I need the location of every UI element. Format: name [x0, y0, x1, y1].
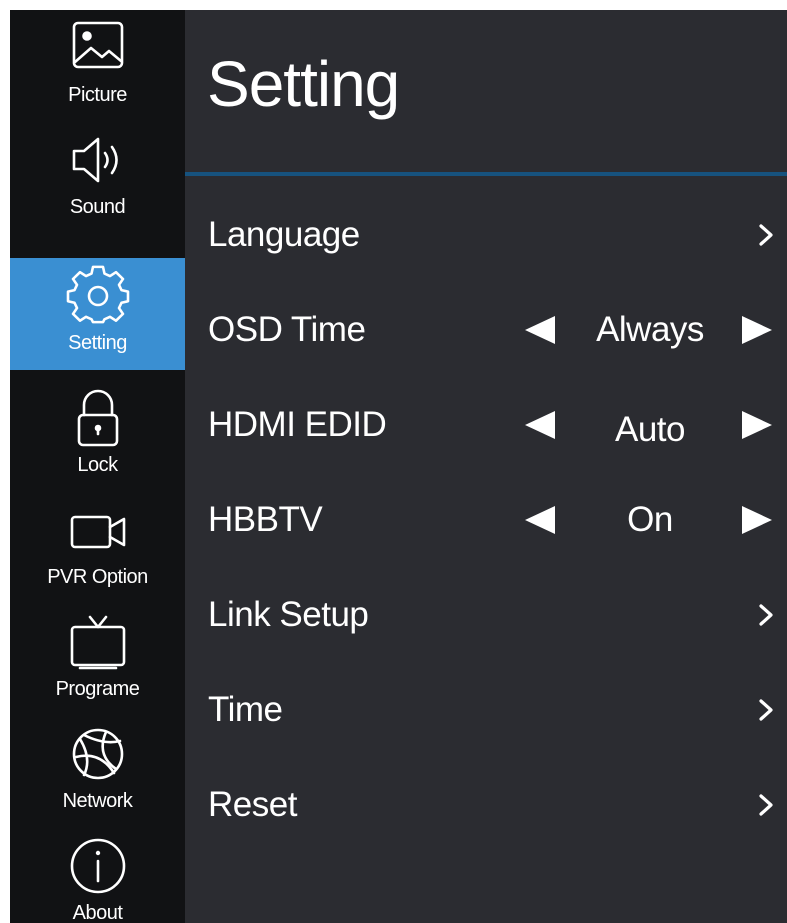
arrow-left-icon[interactable] [523, 504, 557, 536]
menu-row-time[interactable]: Time [185, 665, 787, 755]
sidebar-item-about[interactable]: About [10, 828, 185, 923]
menu-row-language[interactable]: Language [185, 190, 787, 280]
sidebar-item-pvr-option[interactable]: PVR Option [10, 492, 185, 604]
arrow-right-icon[interactable] [740, 504, 774, 536]
info-icon [66, 835, 130, 897]
menu-row-osd-time[interactable]: OSD Time Always [185, 285, 787, 375]
hbbtv-value: On [627, 500, 673, 539]
padlock-icon [66, 387, 130, 449]
picture-icon [66, 17, 130, 79]
sidebar-item-sound[interactable]: Sound [10, 122, 185, 234]
sidebar-item-label: Programe [55, 678, 140, 700]
video-camera-icon [66, 499, 130, 561]
row-label: Link Setup [208, 595, 369, 634]
sidebar-item-label: Sound [69, 196, 126, 218]
menu-row-hdmi-edid[interactable]: HDMI EDID Auto [185, 380, 787, 470]
row-label: Time [208, 690, 283, 729]
tv-settings-screen: Picture Sound Setting Lock PVR Option Pr… [10, 10, 787, 923]
sidebar-item-label: PVR Option [47, 566, 148, 588]
arrow-left-icon[interactable] [523, 409, 557, 441]
row-label: Language [208, 215, 360, 254]
menu-row-link-setup[interactable]: Link Setup [185, 570, 787, 660]
arrow-right-icon[interactable] [740, 314, 774, 346]
gear-icon [66, 265, 130, 327]
chevron-right-icon [757, 222, 775, 248]
sidebar-item-programe[interactable]: Programe [10, 604, 185, 716]
sidebar-item-picture[interactable]: Picture [10, 10, 185, 122]
tv-icon [66, 611, 130, 673]
arrow-right-icon[interactable] [740, 409, 774, 441]
sidebar: Picture Sound Setting Lock PVR Option Pr… [10, 10, 185, 923]
title-divider [185, 172, 787, 176]
menu-row-reset[interactable]: Reset [185, 760, 787, 850]
globe-icon [66, 723, 130, 785]
sidebar-item-label: Picture [68, 84, 127, 106]
sidebar-item-network[interactable]: Network [10, 716, 185, 828]
sidebar-item-lock[interactable]: Lock [10, 380, 185, 492]
row-label: HBBTV [208, 500, 323, 539]
sidebar-item-label: About [72, 902, 123, 923]
chevron-right-icon [757, 602, 775, 628]
menu-row-hbbtv[interactable]: HBBTV On [185, 475, 787, 565]
speaker-icon [66, 129, 130, 191]
sidebar-item-label: Network [62, 790, 133, 812]
arrow-left-icon[interactable] [523, 314, 557, 346]
osd-time-value: Always [596, 310, 704, 349]
hdmi-edid-value: Auto [615, 410, 686, 449]
chevron-right-icon [757, 697, 775, 723]
row-label: OSD Time [208, 310, 366, 349]
row-label: HDMI EDID [208, 405, 387, 444]
sidebar-item-setting[interactable]: Setting [10, 258, 185, 370]
settings-panel: Setting Language OSD Time Always HDMI ED… [185, 10, 787, 923]
sidebar-item-label: Setting [68, 332, 127, 354]
chevron-right-icon [757, 792, 775, 818]
sidebar-item-label: Lock [77, 454, 118, 476]
page-title: Setting [207, 48, 400, 120]
row-label: Reset [208, 785, 297, 824]
